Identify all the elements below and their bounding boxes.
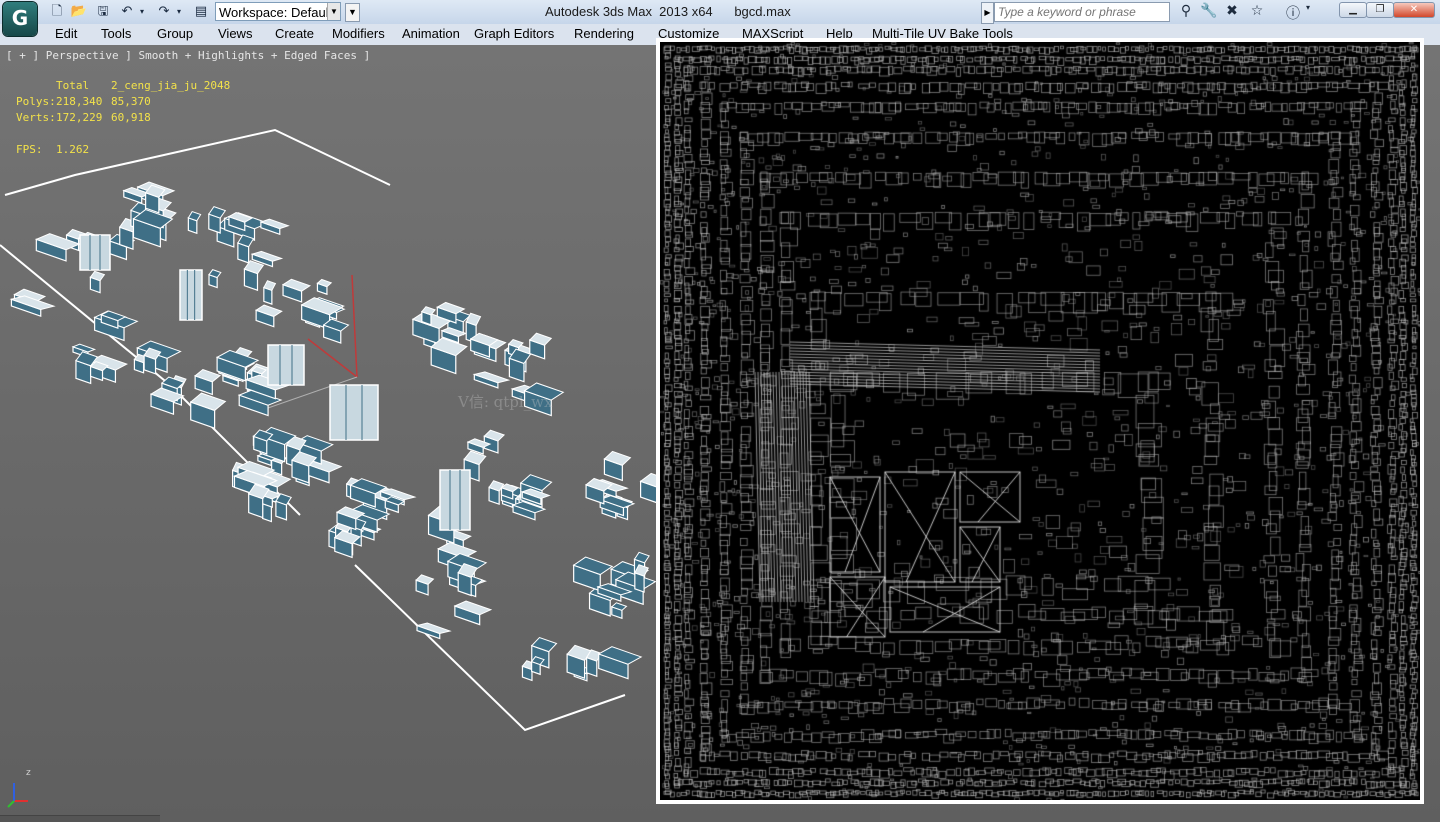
cabinet (329, 384, 379, 441)
workspace-label: Workspace: Default (219, 5, 333, 20)
furniture-piece (415, 622, 452, 640)
stats-verts-object: 60,918 (111, 111, 151, 124)
furniture-piece (187, 210, 202, 235)
redo-dropdown-icon[interactable]: ▾ (173, 3, 185, 21)
furniture-piece (453, 600, 493, 626)
furniture-piece (208, 269, 222, 289)
furniture-piece (237, 234, 255, 264)
cabinet (179, 269, 203, 321)
maximize-button[interactable]: ❐ (1366, 2, 1394, 18)
title-bar: 🗋 📂 🖫 ↶ ▾ ↷ ▾ ▤ Workspace: Default ▼ ▼ A… (0, 0, 1440, 25)
subscription-icon[interactable]: 🔧 (1199, 3, 1219, 21)
menu-rendering[interactable]: Rendering (574, 26, 634, 41)
stats-polys-label: Polys: (16, 95, 56, 108)
chevron-down-icon: ▼ (327, 3, 340, 20)
redo-icon[interactable]: ↷ (155, 3, 173, 21)
help-icon[interactable]: ⓘ (1283, 3, 1303, 22)
furniture-piece (275, 493, 292, 521)
window-title: Autodesk 3ds Max 2013 x64 bgcd.max (545, 4, 791, 19)
stats-fps-value: 1.262 (56, 143, 90, 156)
menu-views[interactable]: Views (218, 26, 252, 41)
cabinet (267, 344, 305, 386)
viewport-label[interactable]: [ + ] Perspective ] Smooth + Highlights … (6, 49, 370, 62)
project-folder-icon[interactable]: ▤ (192, 3, 210, 21)
furniture-piece (89, 270, 106, 294)
furniture-piece (322, 318, 350, 344)
cabinet (79, 234, 111, 271)
search-input[interactable] (994, 2, 1170, 22)
stats-verts-total: 172,229 (56, 111, 103, 124)
menu-edit[interactable]: Edit (55, 26, 77, 41)
new-file-icon[interactable]: 🗋 (48, 3, 66, 21)
stats-verts-label: Verts: (16, 111, 56, 124)
furniture-piece (415, 574, 435, 596)
furniture-piece (259, 218, 290, 236)
furniture-piece (281, 278, 312, 303)
room-outline-top (4, 128, 391, 196)
communication-center-icon[interactable]: ✖ (1222, 3, 1242, 21)
furniture-piece (430, 337, 468, 375)
furniture-piece (243, 260, 265, 292)
app-menu-button[interactable]: G (3, 2, 37, 36)
stats-fps-label: FPS: (16, 143, 43, 156)
menu-group[interactable]: Group (157, 26, 193, 41)
minimize-button[interactable]: ▁ (1339, 2, 1367, 18)
help-dropdown-icon[interactable]: ▾ (1302, 3, 1314, 21)
uv-wireframe-canvas (660, 42, 1420, 800)
cabinet (439, 469, 471, 531)
watermark: V信: qtpl_wx (458, 393, 553, 411)
menu-modifiers[interactable]: Modifiers (332, 26, 385, 41)
stats-col-total: Total (56, 79, 90, 92)
open-file-icon[interactable]: 📂 (70, 3, 88, 21)
quick-access-dropdown[interactable]: ▼ (345, 3, 360, 22)
uv-layout-preview (656, 38, 1424, 804)
search-expand-icon[interactable]: ▶ (981, 2, 994, 24)
furniture-piece (263, 280, 277, 305)
save-icon[interactable]: 🖫 (94, 3, 112, 21)
axis-tripod-gizmo: z (7, 768, 31, 808)
pivot-x-axis (307, 338, 358, 378)
binoculars-icon[interactable]: ⚲ (1176, 3, 1196, 21)
favorites-star-icon[interactable]: ☆ (1247, 3, 1267, 21)
furniture-piece (610, 602, 628, 620)
menu-create[interactable]: Create (275, 26, 314, 41)
furniture-piece (254, 304, 283, 328)
stats-polys-object: 85,370 (111, 95, 151, 108)
furniture-piece (508, 348, 532, 383)
furniture-piece (603, 450, 632, 482)
stats-polys-total: 218,340 (56, 95, 103, 108)
furniture-piece (189, 392, 227, 430)
furniture-piece (9, 295, 56, 318)
scene-geometry (0, 128, 660, 732)
furniture-piece (483, 429, 506, 454)
menu-tools[interactable]: Tools (101, 26, 131, 41)
undo-dropdown-icon[interactable]: ▾ (136, 3, 148, 21)
pivot-z-axis (351, 274, 358, 378)
furniture-piece (597, 646, 643, 680)
close-button[interactable]: ✕ (1393, 2, 1435, 18)
undo-icon[interactable]: ↶ (118, 3, 136, 21)
workspace-dropdown[interactable]: Workspace: Default ▼ (215, 2, 341, 21)
menu-graph-editors[interactable]: Graph Editors (474, 26, 554, 41)
furniture-piece (472, 371, 511, 389)
3dsmax-logo-icon: G (11, 6, 29, 30)
furniture-piece (194, 368, 222, 396)
menu-animation[interactable]: Animation (402, 26, 460, 41)
stats-col-object: 2_ceng_jia_ju_2048 (111, 79, 231, 92)
furniture-piece (316, 278, 333, 296)
room-outline-bottom (354, 564, 626, 732)
gizmo-z-label: z (26, 768, 31, 778)
viewport-scroll-strip[interactable] (0, 815, 160, 822)
furniture-piece (528, 332, 553, 360)
